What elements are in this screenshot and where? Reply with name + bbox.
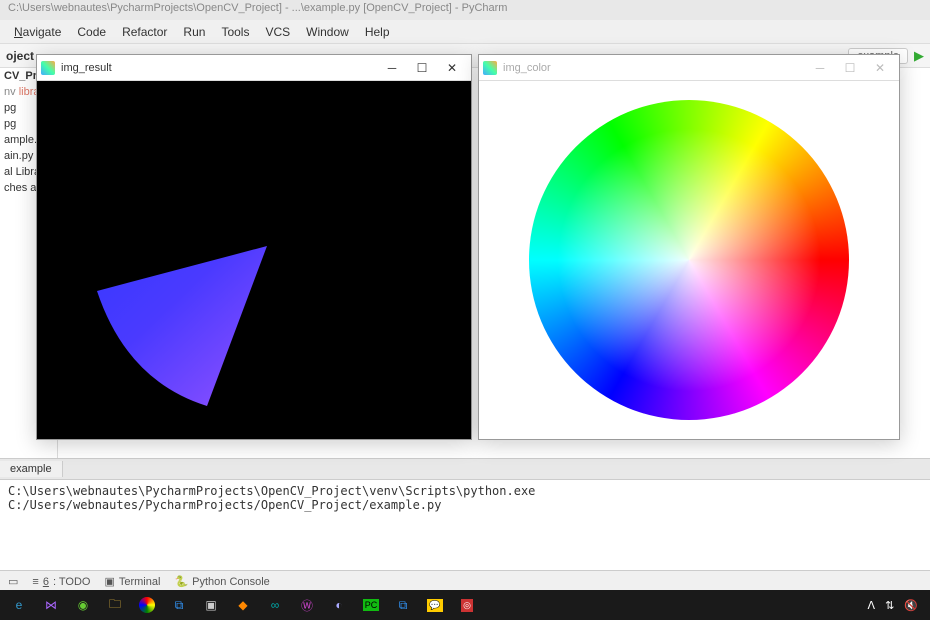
minimize-button[interactable]: ─: [805, 57, 835, 79]
taskbar-kakao-icon[interactable]: 💬: [420, 592, 450, 618]
close-button[interactable]: ✕: [437, 57, 467, 79]
minimize-button[interactable]: ─: [377, 57, 407, 79]
taskbar-app1-icon[interactable]: Ⓦ: [292, 592, 322, 618]
window-title-result: img_result: [61, 62, 112, 74]
taskbar-android-icon[interactable]: ◉: [68, 592, 98, 618]
taskbar-chrome-icon[interactable]: [132, 592, 162, 618]
terminal-tool[interactable]: ▣ Terminal: [104, 575, 160, 588]
taskbar-explorer-icon[interactable]: 🗀: [100, 592, 130, 618]
hsv-color-wheel: [529, 100, 849, 420]
system-tray[interactable]: ᐱ ⇅ 🔇: [868, 599, 926, 612]
run-console[interactable]: C:\Users\webnautes\PycharmProjects\OpenC…: [0, 480, 930, 570]
taskbar-sublime-icon[interactable]: ◆: [228, 592, 258, 618]
windows-taskbar: e ⋈ ◉ 🗀 ⧉ ▣ ◆ ∞ Ⓦ ◐ PC ⧉ 💬 ◎ ᐱ ⇅ 🔇: [0, 590, 930, 620]
ide-titlebar: C:\Users\webnautes\PycharmProjects\OpenC…: [0, 0, 930, 20]
tray-network-icon[interactable]: ⇅: [885, 599, 894, 612]
project-breadcrumb: oject: [6, 49, 34, 63]
cv-window-img-result[interactable]: img_result ─ ☐ ✕: [36, 54, 472, 440]
taskbar-eclipse-icon[interactable]: ◐: [324, 592, 354, 618]
run-button-icon[interactable]: ▶: [914, 48, 924, 64]
menu-tools[interactable]: Tools: [213, 23, 257, 41]
cv-window-img-color[interactable]: img_color ─ ☐ ✕: [478, 54, 900, 440]
menu-help[interactable]: Help: [357, 23, 398, 41]
opencv-icon: [41, 61, 55, 75]
python-console-tool[interactable]: 🐍 Python Console: [174, 575, 269, 588]
taskbar-vscode2-icon[interactable]: ⧉: [388, 592, 418, 618]
tray-volume-icon[interactable]: 🔇: [904, 599, 918, 612]
run-tab-example[interactable]: example: [0, 461, 63, 477]
run-tool-tabs: example: [0, 458, 930, 480]
todo-tool[interactable]: ≡ 6: TODO: [32, 576, 90, 588]
taskbar-vs-icon[interactable]: ⋈: [36, 592, 66, 618]
opencv-icon: [483, 61, 497, 75]
taskbar-ie-icon[interactable]: e: [4, 592, 34, 618]
tray-chevron-icon[interactable]: ᐱ: [868, 599, 876, 612]
maximize-button[interactable]: ☐: [835, 57, 865, 79]
editor-area: CV_Pro nv libra pg pg ample.p ain.py al …: [0, 68, 930, 458]
window-title-color: img_color: [503, 62, 551, 74]
tool-window-button-icon[interactable]: ▭: [8, 575, 18, 588]
maximize-button[interactable]: ☐: [407, 57, 437, 79]
console-command-line: C:\Users\webnautes\PycharmProjects\OpenC…: [8, 484, 922, 512]
menu-code[interactable]: Code: [69, 23, 114, 41]
bottom-toolbar: ▭ ≡ 6: TODO ▣ Terminal 🐍 Python Console: [0, 570, 930, 592]
menu-navigate[interactable]: NNavigateavigate: [6, 23, 69, 41]
menu-vcs[interactable]: VCS: [257, 23, 298, 41]
taskbar-terminal-icon[interactable]: ▣: [196, 592, 226, 618]
taskbar-pycharm-icon[interactable]: PC: [356, 592, 386, 618]
menu-run[interactable]: Run: [175, 23, 213, 41]
taskbar-app2-icon[interactable]: ◎: [452, 592, 482, 618]
img-result-canvas: [37, 81, 471, 439]
taskbar-arduino-icon[interactable]: ∞: [260, 592, 290, 618]
menu-refactor[interactable]: Refactor: [114, 23, 175, 41]
main-menubar: NNavigateavigate Code Refactor Run Tools…: [0, 20, 930, 44]
menu-window[interactable]: Window: [298, 23, 357, 41]
close-button[interactable]: ✕: [865, 57, 895, 79]
taskbar-vscode-icon[interactable]: ⧉: [164, 592, 194, 618]
img-color-canvas: [479, 81, 899, 439]
